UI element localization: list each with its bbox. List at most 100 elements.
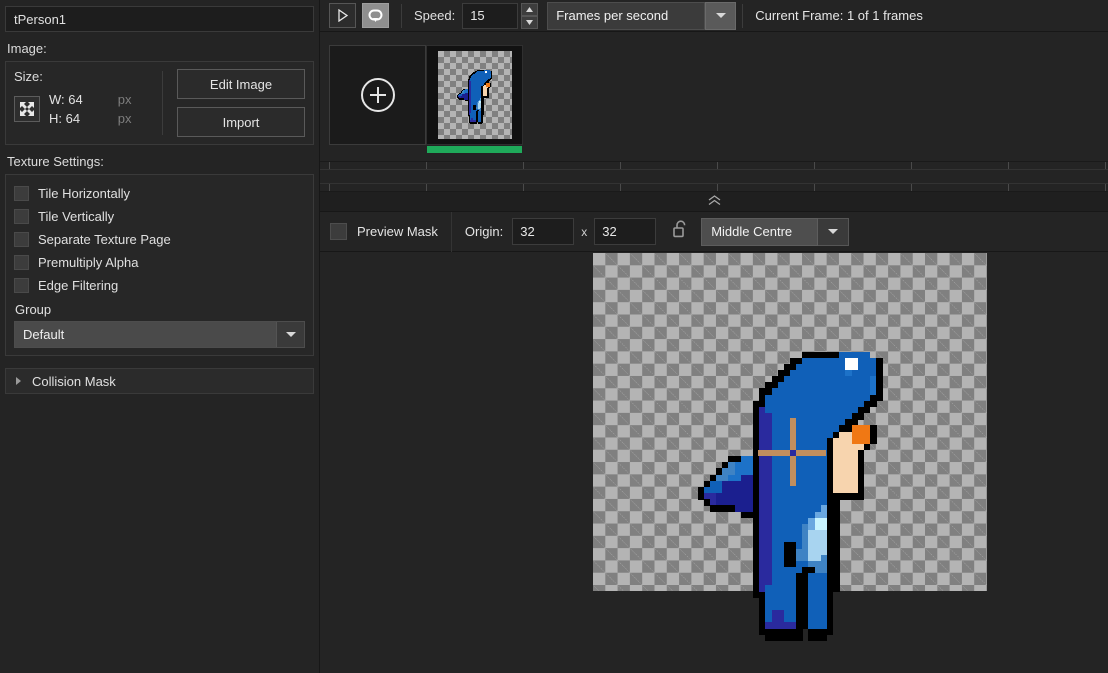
origin-divider bbox=[450, 211, 452, 252]
selected-frame-indicator bbox=[427, 146, 522, 153]
height-unit-label: px bbox=[117, 111, 132, 126]
loop-button[interactable] bbox=[362, 3, 389, 28]
sprite-name-value: tPerson1 bbox=[14, 11, 67, 27]
checkbox-row-tile-horizontally[interactable]: Tile Horizontally bbox=[14, 182, 305, 205]
checkbox-row-tile-vertically[interactable]: Tile Vertically bbox=[14, 205, 305, 228]
plus-circle-icon bbox=[360, 78, 395, 112]
chevron-down-icon[interactable] bbox=[705, 1, 737, 30]
speed-unit-dropdown[interactable]: Frames per second bbox=[547, 1, 737, 30]
chevron-down-icon[interactable] bbox=[276, 322, 304, 347]
sprite-width-value[interactable]: W: 64 bbox=[49, 90, 83, 109]
spinner-down-icon[interactable] bbox=[521, 15, 539, 29]
sprite-pixel bbox=[477, 122, 482, 125]
add-frame-button[interactable] bbox=[329, 45, 426, 145]
speed-input[interactable]: 15 bbox=[462, 2, 519, 29]
speed-label: Speed: bbox=[414, 8, 456, 23]
sprite-editor-window: tPerson1 Image: Size: W: 64 H: 64 px px … bbox=[0, 0, 1108, 673]
ruler-tick bbox=[717, 183, 718, 191]
sprite-pixel bbox=[863, 443, 871, 451]
origin-preset-value: Middle Centre bbox=[701, 217, 819, 246]
tile-vertically-label: Tile Vertically bbox=[38, 209, 115, 224]
checkbox-row-premultiply-alpha[interactable]: Premultiply Alpha bbox=[14, 251, 305, 274]
sprite-pixel bbox=[740, 511, 754, 519]
sprite-pixel bbox=[870, 437, 877, 445]
speed-unit-value: Frames per second bbox=[547, 1, 706, 30]
ruler-tick bbox=[329, 162, 330, 169]
timeline-ruler[interactable] bbox=[320, 162, 1108, 192]
origin-label: Origin: bbox=[464, 224, 504, 239]
frame-thumbnail-1[interactable] bbox=[426, 45, 523, 153]
image-section-label: Image: bbox=[7, 41, 47, 56]
origin-y-input[interactable]: 32 bbox=[594, 218, 657, 245]
resize-arrows-icon[interactable] bbox=[14, 96, 40, 122]
ruler-tick bbox=[814, 183, 815, 191]
premultiply-alpha-label: Premultiply Alpha bbox=[38, 255, 139, 270]
width-unit-label: px bbox=[117, 92, 132, 107]
tile-vertically-checkbox[interactable] bbox=[14, 209, 29, 224]
play-button[interactable] bbox=[329, 3, 356, 28]
chevron-down-icon[interactable] bbox=[818, 217, 850, 246]
premultiply-alpha-checkbox[interactable] bbox=[14, 255, 29, 270]
preview-mask-checkbox[interactable] bbox=[330, 223, 347, 240]
ruler-tick bbox=[1008, 183, 1009, 191]
ruler-tick bbox=[426, 162, 427, 169]
texture-settings-label: Texture Settings: bbox=[7, 154, 104, 169]
ruler-tick bbox=[620, 183, 621, 191]
texture-group-dropdown[interactable]: Default bbox=[14, 321, 305, 348]
group-label: Group bbox=[15, 302, 52, 317]
speed-spinner[interactable] bbox=[521, 2, 539, 29]
ruler-line bbox=[320, 183, 1108, 184]
sprite-canvas[interactable] bbox=[593, 253, 987, 642]
separate-texture-page-label: Separate Texture Page bbox=[38, 232, 171, 247]
ruler-tick bbox=[1008, 162, 1009, 169]
sprite-height-value[interactable]: H: 64 bbox=[49, 109, 83, 128]
origin-x-value: 32 bbox=[520, 224, 535, 239]
import-button[interactable]: Import bbox=[177, 107, 305, 137]
current-frame-status: Current Frame: 1 of 1 frames bbox=[755, 8, 923, 23]
collision-mask-label: Collision Mask bbox=[32, 373, 116, 389]
texture-group-value: Default bbox=[15, 322, 276, 347]
sprite-pixel bbox=[469, 122, 478, 125]
ruler-tick bbox=[1105, 162, 1106, 169]
unlocked-padlock-icon[interactable] bbox=[673, 220, 688, 243]
tile-horizontally-label: Tile Horizontally bbox=[38, 186, 130, 201]
collapse-filmstrip-bar[interactable] bbox=[320, 192, 1108, 212]
ruler-tick bbox=[1105, 183, 1106, 191]
sprite-name-input[interactable]: tPerson1 bbox=[5, 6, 314, 32]
size-divider bbox=[162, 71, 163, 135]
sprite-properties-sidebar: tPerson1 Image: Size: W: 64 H: 64 px px … bbox=[0, 0, 320, 673]
ruler-tick bbox=[620, 162, 621, 169]
separate-texture-page-checkbox[interactable] bbox=[14, 232, 29, 247]
animation-toolbar: Speed: 15 Frames per second Current Fram… bbox=[320, 0, 1108, 32]
toolbar-divider-1 bbox=[401, 3, 402, 28]
spinner-up-icon[interactable] bbox=[521, 2, 539, 16]
origin-preset-dropdown[interactable]: Middle Centre bbox=[701, 217, 850, 246]
ruler-tick bbox=[523, 162, 524, 169]
triangle-right-icon bbox=[16, 377, 21, 385]
image-size-panel: Size: W: 64 H: 64 px px Edit Image Impor… bbox=[5, 61, 314, 145]
edge-filtering-checkbox[interactable] bbox=[14, 278, 29, 293]
ruler-tick bbox=[717, 162, 718, 169]
origin-toolbar: Preview Mask Origin: 32 x 32 Middle Cent… bbox=[320, 211, 1108, 252]
toolbar-divider-2 bbox=[742, 3, 744, 28]
preview-mask-label: Preview Mask bbox=[357, 224, 438, 239]
ruler-tick bbox=[814, 162, 815, 169]
collision-mask-section-header[interactable]: Collision Mask bbox=[5, 368, 314, 394]
speed-value: 15 bbox=[470, 8, 485, 23]
frame-thumbnail-image bbox=[437, 51, 512, 139]
sprite-pixel bbox=[765, 634, 803, 642]
ruler-tick bbox=[911, 162, 912, 169]
origin-x-input[interactable]: 32 bbox=[512, 218, 575, 245]
double-chevron-up-icon[interactable] bbox=[708, 195, 721, 208]
edit-image-button[interactable]: Edit Image bbox=[177, 69, 305, 99]
edge-filtering-label: Edge Filtering bbox=[38, 278, 119, 293]
texture-settings-panel: Tile Horizontally Tile Vertically Separa… bbox=[5, 174, 314, 356]
sprite-canvas-area[interactable] bbox=[320, 252, 1108, 673]
frames-filmstrip bbox=[320, 32, 1108, 162]
tile-horizontally-checkbox[interactable] bbox=[14, 186, 29, 201]
origin-crosshair-center bbox=[790, 450, 797, 457]
sprite-pixel bbox=[709, 505, 735, 512]
checkbox-row-separate-texture-page[interactable]: Separate Texture Page bbox=[14, 228, 305, 251]
origin-y-value: 32 bbox=[602, 224, 617, 239]
checkbox-row-edge-filtering[interactable]: Edge Filtering bbox=[14, 274, 305, 297]
